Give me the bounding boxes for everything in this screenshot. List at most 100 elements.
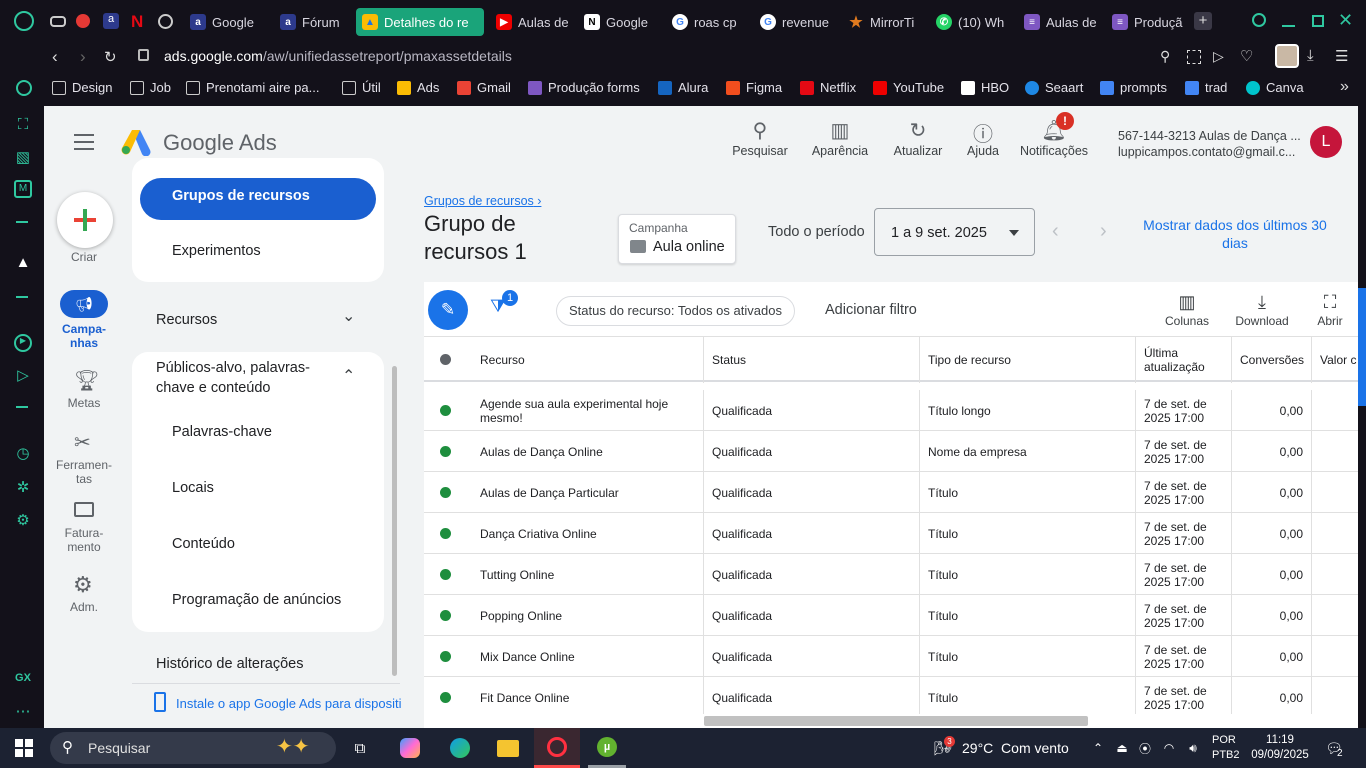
player-icon[interactable]: ▶ bbox=[14, 334, 32, 352]
menu-icon[interactable]: ☰ bbox=[1335, 47, 1348, 65]
col-header-type[interactable]: Tipo de recurso bbox=[920, 337, 1136, 383]
back-icon[interactable]: ‹ bbox=[52, 47, 58, 67]
next-period-icon[interactable]: › bbox=[1100, 220, 1107, 243]
gamepad-icon[interactable] bbox=[50, 16, 66, 27]
table-row[interactable]: Fit Dance Online Qualificada Título 7 de se… bbox=[424, 677, 1358, 714]
help-button[interactable]: ⓘ Ajuda bbox=[958, 118, 1008, 158]
horizontal-scrollbar[interactable] bbox=[704, 716, 1088, 726]
bookmark-prompts[interactable]: prompts bbox=[1100, 80, 1167, 95]
notifications-button[interactable]: 🔔︎ Notificações bbox=[1016, 118, 1092, 158]
edit-button[interactable]: ✎ bbox=[428, 290, 468, 330]
account-info[interactable]: 567-144-3213 Aulas de Dança ... luppicam… bbox=[1118, 128, 1301, 160]
nav-campaigns[interactable]: Campa- nhas bbox=[44, 322, 124, 350]
tab-aulas-youtube[interactable]: ▶ Aulas de bbox=[490, 8, 568, 36]
campaign-chip[interactable]: Campanha Aula online bbox=[618, 214, 736, 264]
chevron-up-icon[interactable]: ⌃ bbox=[1090, 728, 1106, 768]
nav-admin[interactable]: Adm. bbox=[44, 600, 124, 614]
settings-icon[interactable]: ⚙ bbox=[14, 511, 32, 529]
bookmark-canva[interactable]: Canva bbox=[1246, 80, 1304, 95]
tab-mirror[interactable]: ★ MirrorTi bbox=[842, 8, 922, 36]
chevron-up-icon[interactable]: ⌃ bbox=[342, 366, 355, 386]
page-vertical-scrollbar[interactable] bbox=[1358, 288, 1366, 406]
amazon-tab-icon[interactable]: a bbox=[103, 13, 119, 29]
minimize-icon[interactable] bbox=[1282, 25, 1295, 27]
nav-experiments[interactable]: Experimentos bbox=[172, 243, 261, 259]
create-button[interactable] bbox=[57, 192, 113, 248]
pin-icon[interactable]: ⚲ bbox=[1160, 48, 1170, 65]
history-icon[interactable]: ◷ bbox=[14, 444, 32, 462]
install-app-link[interactable]: Instale o app Google Ads para dispositi bbox=[176, 696, 401, 711]
tab-producao[interactable]: ≡ Produçã bbox=[1106, 8, 1186, 36]
table-row[interactable]: Popping Online Qualificada Título 7 de set.… bbox=[424, 595, 1358, 636]
appearance-button[interactable]: ▥ Aparência bbox=[808, 118, 872, 158]
edge-icon[interactable] bbox=[446, 728, 474, 768]
nav-resources[interactable]: Recursos bbox=[156, 312, 217, 328]
close-icon[interactable]: ✕ bbox=[1338, 10, 1353, 31]
task-view-icon[interactable]: ⧉ bbox=[346, 728, 374, 768]
tab-aulas-forms[interactable]: ≡ Aulas de bbox=[1018, 8, 1098, 36]
netflix-tab-icon[interactable]: N bbox=[131, 12, 143, 31]
table-row[interactable]: Agende sua aula experimental hoje mesmo!… bbox=[424, 390, 1358, 431]
bookmark-gmail[interactable]: Gmail bbox=[457, 80, 511, 95]
network-icon[interactable]: ⦿ bbox=[1136, 728, 1154, 768]
columns-button[interactable]: ▥ Colunas bbox=[1160, 292, 1214, 328]
tab-google[interactable]: a Google bbox=[184, 8, 264, 36]
reload-icon[interactable]: ↻ bbox=[104, 48, 117, 66]
twitch-icon[interactable]: M bbox=[14, 180, 32, 198]
nav-keywords[interactable]: Palavras-chave bbox=[172, 424, 272, 440]
opera-gx-icon[interactable] bbox=[14, 11, 34, 31]
app-a-icon[interactable]: ▲ bbox=[14, 254, 32, 272]
prev-period-icon[interactable]: ‹ bbox=[1052, 220, 1059, 243]
account-avatar[interactable]: L bbox=[1310, 126, 1342, 158]
table-row[interactable]: Dança Criativa Online Qualificada Título 7 … bbox=[424, 513, 1358, 554]
search-button[interactable]: ⚲ Pesquisar bbox=[728, 118, 792, 158]
usb-icon[interactable]: ⏏ bbox=[1114, 728, 1130, 768]
bookmark-ads[interactable]: Ads bbox=[397, 80, 439, 95]
tab-google-notion[interactable]: N Google bbox=[578, 8, 658, 36]
show-last-30-days-link[interactable]: Mostrar dados dos últimos 30 dias bbox=[1140, 216, 1330, 252]
tab-forum[interactable]: a Fórum bbox=[274, 8, 348, 36]
side-scrollbar[interactable] bbox=[392, 366, 397, 676]
nav-audiences[interactable]: Públicos-alvo, palavras-chave e conteúdo bbox=[156, 358, 326, 398]
breadcrumb[interactable]: Grupos de recursos › bbox=[424, 194, 541, 208]
search-tabs-icon[interactable] bbox=[1252, 13, 1266, 27]
profile-avatar[interactable] bbox=[1275, 44, 1299, 68]
tab-whatsapp[interactable]: ✆ (10) Wh bbox=[930, 8, 1012, 36]
nav-billing[interactable]: Fatura- mento bbox=[44, 526, 124, 554]
nav-asset-groups[interactable]: Grupos de recursos bbox=[140, 178, 376, 220]
bookmark-design[interactable]: Design bbox=[52, 80, 112, 95]
bookmark-job[interactable]: Job bbox=[130, 80, 171, 95]
expand-button[interactable]: ⛶ Abrir bbox=[1308, 292, 1352, 328]
speed-dial-icon[interactable] bbox=[16, 80, 32, 96]
add-filter-button[interactable]: Adicionar filtro bbox=[825, 302, 917, 318]
refresh-button[interactable]: ↻ Atualizar bbox=[886, 118, 950, 158]
bookmark-hbo[interactable]: HBO bbox=[961, 80, 1009, 95]
bookmark-netflix[interactable]: Netflix bbox=[800, 80, 856, 95]
table-row[interactable]: Mix Dance Online Qualificada Título 7 de se… bbox=[424, 636, 1358, 677]
triangle-tab-icon[interactable] bbox=[76, 14, 90, 28]
nav-ad-schedule[interactable]: Programação de anúncios bbox=[172, 592, 341, 608]
forward-icon[interactable]: › bbox=[80, 47, 86, 67]
table-row[interactable]: Aulas de Dança Particular Qualificada Títu… bbox=[424, 472, 1358, 513]
weather-text[interactable]: 29°C Com vento bbox=[962, 740, 1069, 756]
status-filter-chip[interactable]: Status do recurso: Todos os ativados bbox=[556, 296, 795, 326]
bookmark-trad[interactable]: trad bbox=[1185, 80, 1227, 95]
url-field[interactable]: ads.google.com/aw/unifiedassetreport/pma… bbox=[164, 48, 512, 64]
nav-change-history[interactable]: Histórico de alterações bbox=[156, 656, 304, 672]
tab-roas[interactable]: Groas cp bbox=[666, 8, 746, 36]
snapshot-icon[interactable] bbox=[1187, 50, 1201, 64]
download-button[interactable]: ⤓ Download bbox=[1230, 292, 1294, 328]
nav-tools[interactable]: Ferramen- tas bbox=[44, 458, 124, 486]
extensions-icon[interactable]: ✲ bbox=[14, 478, 32, 496]
bookmark-alura[interactable]: Alura bbox=[658, 80, 708, 95]
table-row[interactable]: Aulas de Dança Online Qualificada Nome da … bbox=[424, 431, 1358, 472]
col-header-updated[interactable]: Última atualização bbox=[1136, 337, 1232, 383]
bookmark-seaart[interactable]: Seaart bbox=[1025, 80, 1083, 95]
notification-center-icon[interactable]: 💬︎ bbox=[1320, 728, 1348, 768]
language-indicator[interactable]: POR PTB2 bbox=[1212, 733, 1240, 763]
tab-detalhes[interactable]: ▲ Detalhes do re bbox=[356, 8, 484, 36]
col-header-conversions[interactable]: Conversões bbox=[1232, 337, 1312, 383]
clock[interactable]: 11:19 09/09/2025 bbox=[1250, 733, 1310, 763]
gx-corner-icon[interactable]: ▧ bbox=[14, 148, 32, 166]
nav-goals[interactable]: Metas bbox=[44, 396, 124, 410]
